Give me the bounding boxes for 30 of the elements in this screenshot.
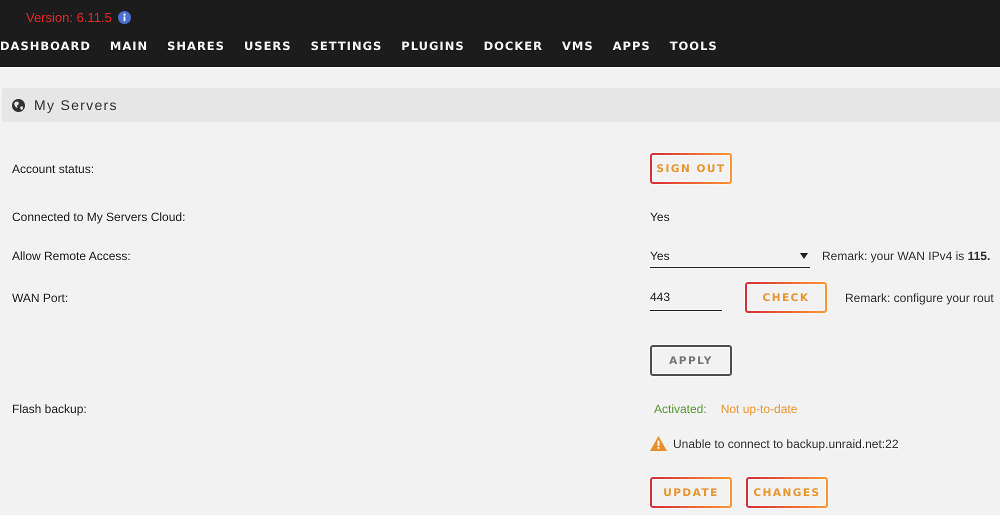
globe-icon (12, 98, 25, 112)
remark-text: Remark: configure your rout (845, 290, 994, 304)
value-text: Yes (650, 210, 670, 224)
nav-tab[interactable]: PLUGINS (401, 39, 465, 53)
caret-icon (800, 252, 808, 258)
warning-icon (650, 436, 667, 451)
nav-tab[interactable]: VMS (562, 39, 594, 53)
nav-tab[interactable]: USERS (244, 39, 292, 53)
remark-text: Remark: your WAN IPv4 is 115. (822, 249, 990, 263)
field-label: Connected to My Servers Cloud: (12, 210, 186, 224)
field-label: Account status: (12, 162, 94, 176)
field-label: WAN Port: (12, 290, 68, 304)
port-field[interactable]: 443 (650, 284, 722, 311)
nav-tab[interactable]: SHARES (167, 39, 225, 53)
nav-tab[interactable]: DASHBOARD (0, 39, 91, 53)
nav-tab[interactable]: TOOLS (670, 39, 718, 53)
nav-tab[interactable]: APPS (612, 39, 651, 53)
field-label: Flash backup: (12, 402, 87, 416)
nav-tab[interactable]: DOCKER (484, 39, 543, 53)
dropdown-select[interactable]: Yes (650, 244, 810, 268)
section-title: My Servers (34, 97, 118, 113)
field-label: Allow Remote Access: (12, 249, 131, 263)
warning-text: Unable to connect to backup.unraid.net:22 (673, 436, 898, 450)
status-text: Not up-to-date (720, 402, 798, 416)
status-text: Activated: (654, 402, 707, 416)
nav-tab[interactable]: MAIN (110, 39, 148, 53)
action-button[interactable]: APPLY (650, 345, 732, 376)
info-icon (118, 10, 131, 24)
version-text: Version: 6.11.5 (26, 10, 112, 24)
nav-tab[interactable]: SETTINGS (310, 39, 382, 53)
